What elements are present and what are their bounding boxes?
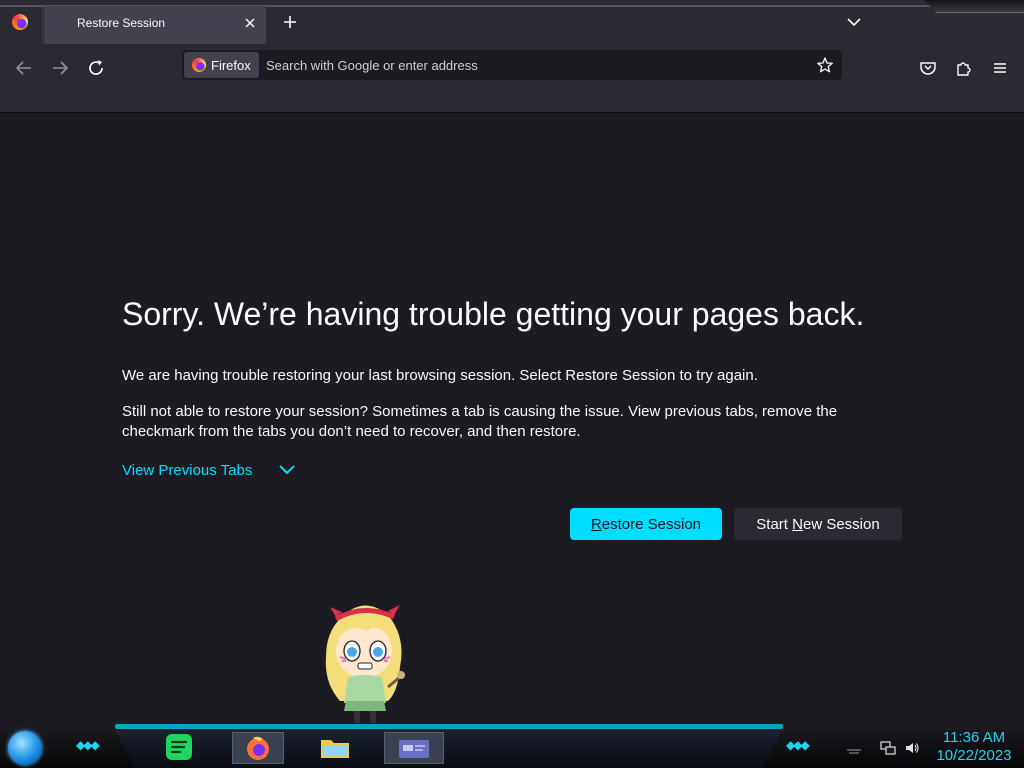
tab-strip: Restore Session: [0, 0, 1024, 44]
restore-session-button[interactable]: Restore Session: [570, 508, 722, 540]
taskbar: ◆◆◆ ◆◆◆ 11:36 AM 10/22/2023: [0, 724, 1024, 768]
tab-title: Restore Session: [77, 16, 166, 30]
reload-icon[interactable]: [84, 56, 108, 80]
file-explorer-icon[interactable]: [318, 732, 352, 762]
tab-divider: [42, 6, 43, 44]
firefox-icon[interactable]: [232, 732, 284, 764]
identity-box[interactable]: Firefox: [184, 52, 259, 78]
window-decoration: [924, 0, 1024, 13]
help-text: Still not able to restore your session? …: [122, 403, 838, 440]
firefox-icon: [192, 58, 206, 72]
new-session-label-end: ew Session: [802, 515, 880, 533]
volume-icon[interactable]: [904, 740, 920, 756]
cartoon-character-icon: [325, 605, 405, 723]
navigation-toolbar: Firefox: [0, 44, 1024, 113]
spotify-icon[interactable]: [162, 732, 196, 762]
extensions-icon[interactable]: [952, 56, 976, 80]
firefox-icon: [12, 14, 28, 30]
identity-label: Firefox: [211, 58, 251, 73]
clock-date[interactable]: 10/22/2023: [930, 747, 1018, 764]
chevron-down-icon[interactable]: [278, 462, 296, 478]
arrow-right-icon[interactable]: [48, 56, 72, 80]
clock-time[interactable]: 11:36 AM: [932, 729, 1016, 746]
restore-label-end: estore Session: [601, 515, 702, 533]
star-icon[interactable]: [816, 56, 834, 74]
new-session-accesskey: N: [792, 515, 803, 533]
description-text: We are having trouble restoring your las…: [122, 367, 758, 384]
menu-icon[interactable]: [988, 56, 1012, 80]
start-button[interactable]: [8, 731, 42, 765]
close-icon[interactable]: [241, 14, 259, 32]
tab-restore-session[interactable]: Restore Session: [44, 6, 266, 44]
url-input[interactable]: [266, 56, 786, 74]
decoration-icon: ◆◆◆: [76, 738, 100, 752]
restore-accesskey: R: [590, 515, 602, 533]
page-title: Sorry. We’re having trouble getting your…: [122, 296, 865, 332]
arrow-left-icon[interactable]: [12, 56, 36, 80]
start-new-session-button[interactable]: Start New Session: [734, 508, 902, 540]
taskbar-accent: [115, 724, 783, 729]
view-previous-tabs-link[interactable]: View Previous Tabs: [122, 462, 252, 479]
network-icon[interactable]: [880, 740, 896, 756]
chevron-down-icon[interactable]: [842, 10, 866, 34]
taskbar-panel: [115, 730, 783, 768]
restore-session-page: Sorry. We’re having trouble getting your…: [0, 113, 1024, 728]
address-bar[interactable]: Firefox: [182, 50, 842, 80]
pocket-icon[interactable]: [916, 56, 940, 80]
new-session-label-start: Start: [756, 515, 793, 533]
window-app-icon[interactable]: [384, 732, 444, 764]
show-desktop-icon[interactable]: [846, 740, 862, 756]
plus-icon[interactable]: [278, 10, 302, 34]
decoration-icon: ◆◆◆: [786, 738, 810, 752]
